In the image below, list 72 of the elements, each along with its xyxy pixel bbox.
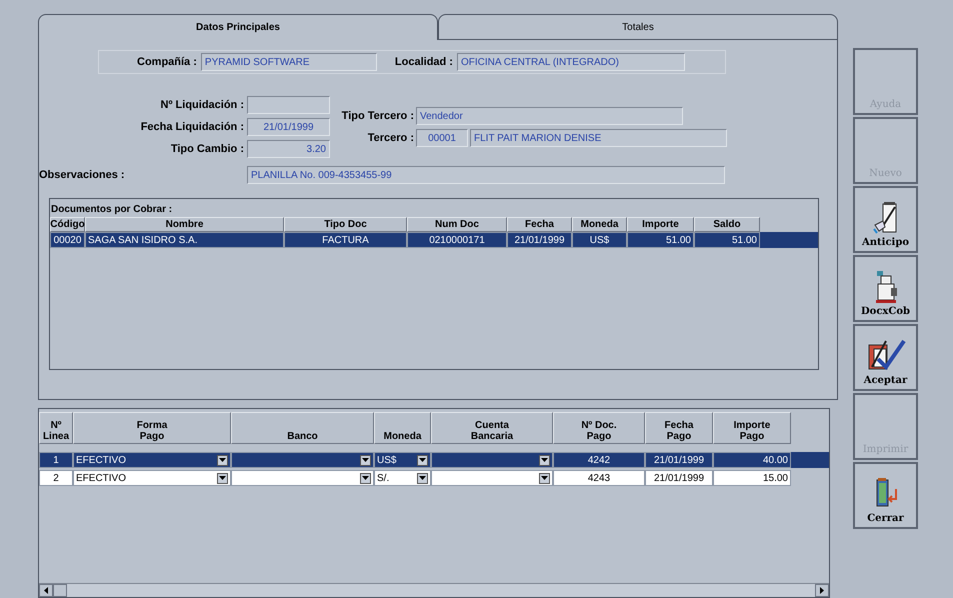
table-cell: 4242	[553, 452, 645, 468]
column-header: Nº Doc. Pago	[553, 412, 645, 444]
dropdown-field[interactable]: EFECTIVO	[73, 470, 231, 486]
company-field[interactable]: PYRAMID SOFTWARE	[200, 53, 377, 71]
field-label: Localidad :	[394, 56, 453, 68]
dropdown-field[interactable]	[231, 470, 374, 486]
table-cell: 51.00	[694, 232, 760, 248]
column-header: Moneda	[572, 217, 627, 232]
field-label: Tipo Tercero :	[340, 110, 414, 122]
field-label: Fecha Liquidación :	[140, 121, 244, 133]
scroll-right-icon[interactable]	[815, 584, 829, 597]
table-cell: US$	[572, 232, 627, 248]
column-header: Nº Linea	[39, 412, 73, 444]
table-cell: 4243	[553, 470, 645, 486]
column-header: Cuenta Bancaria	[431, 412, 553, 444]
field-label: Nº Liquidación :	[160, 99, 244, 111]
table-cell: 51.00	[627, 232, 694, 248]
column-header: Num Doc	[407, 217, 507, 232]
location-field[interactable]: OFICINA CENTRAL (INTEGRADO)	[456, 53, 685, 71]
toolbar-button[interactable]: DocxCob	[853, 255, 918, 322]
table-cell: 40.00	[713, 452, 791, 468]
table-row[interactable]: 2 EFECTIVO S/. 4243 21/01/1999 15.00	[39, 470, 829, 486]
dropdown-field[interactable]: EFECTIVO	[73, 452, 231, 468]
table-cell: FACTURA	[284, 232, 407, 248]
column-header: Importe Pago	[713, 412, 791, 444]
scroll-thumb[interactable]	[53, 584, 67, 597]
column-header: Saldo	[694, 217, 760, 232]
remarks-field[interactable]: PLANILLA No. 009-4353455-99	[247, 166, 725, 184]
table-cell: 21/01/1999	[645, 452, 713, 468]
column-header: Moneda	[374, 412, 431, 444]
third-party-code-field[interactable]: 00001	[416, 129, 468, 147]
column-header: Importe	[627, 217, 694, 232]
group-title: Documentos por Cobrar :	[51, 204, 172, 215]
column-header: Nombre	[85, 217, 284, 232]
field-label: Compañía :	[137, 56, 197, 68]
field-label: Observaciones :	[39, 169, 126, 181]
table-cell: 21/01/1999	[507, 232, 572, 248]
table-cell: 0210000171	[407, 232, 507, 248]
tab[interactable]: Datos Principales	[38, 14, 438, 40]
table-cell: 15.00	[713, 470, 791, 486]
dropdown-field[interactable]: S/.	[374, 470, 431, 486]
liquidation-number-field[interactable]	[247, 96, 330, 114]
horizontal-scrollbar[interactable]	[39, 583, 829, 597]
toolbar-button[interactable]: Cerrar	[853, 462, 918, 529]
table-cell: 00020	[50, 232, 85, 248]
toolbar-button[interactable]: Anticipo	[853, 186, 918, 253]
column-header: Fecha Pago	[645, 412, 713, 444]
third-party-type-field[interactable]: Vendedor	[416, 107, 683, 125]
table-row[interactable]: 00020 SAGA SAN ISIDRO S.A. FACTURA 0210000171 21/01/1999 US$ 51.00 51.00	[50, 232, 818, 248]
table-cell: 2	[39, 470, 73, 486]
dropdown-field[interactable]	[431, 470, 553, 486]
exchange-rate-field[interactable]: 3.20	[247, 140, 330, 158]
column-header: Código	[50, 217, 85, 232]
table-cell: 21/01/1999	[645, 470, 713, 486]
table-cell: 1	[39, 452, 73, 468]
column-header: Banco	[231, 412, 374, 444]
field-label: Tercero :	[366, 132, 414, 144]
dropdown-field[interactable]: US$	[374, 452, 431, 468]
dropdown-field[interactable]	[431, 452, 553, 468]
tab[interactable]: Totales	[438, 14, 838, 40]
column-header: Tipo Doc	[284, 217, 407, 232]
table-cell: SAGA SAN ISIDRO S.A.	[85, 232, 284, 248]
column-header: Forma Pago	[73, 412, 231, 444]
date-field[interactable]: 21/01/1999	[247, 118, 330, 136]
third-party-name-field[interactable]: FLIT PAIT MARION DENISE	[470, 129, 727, 147]
checkmark-document-icon	[866, 337, 906, 373]
column-header: Fecha	[507, 217, 572, 232]
dropdown-field[interactable]	[231, 452, 374, 468]
toolbar-button[interactable]: Aceptar	[853, 324, 918, 391]
table-row[interactable]: 1 EFECTIVO US$ 4242 21/01/1999 40.00	[39, 452, 829, 468]
scroll-left-icon[interactable]	[39, 584, 53, 597]
field-label: Tipo Cambio :	[170, 143, 244, 155]
